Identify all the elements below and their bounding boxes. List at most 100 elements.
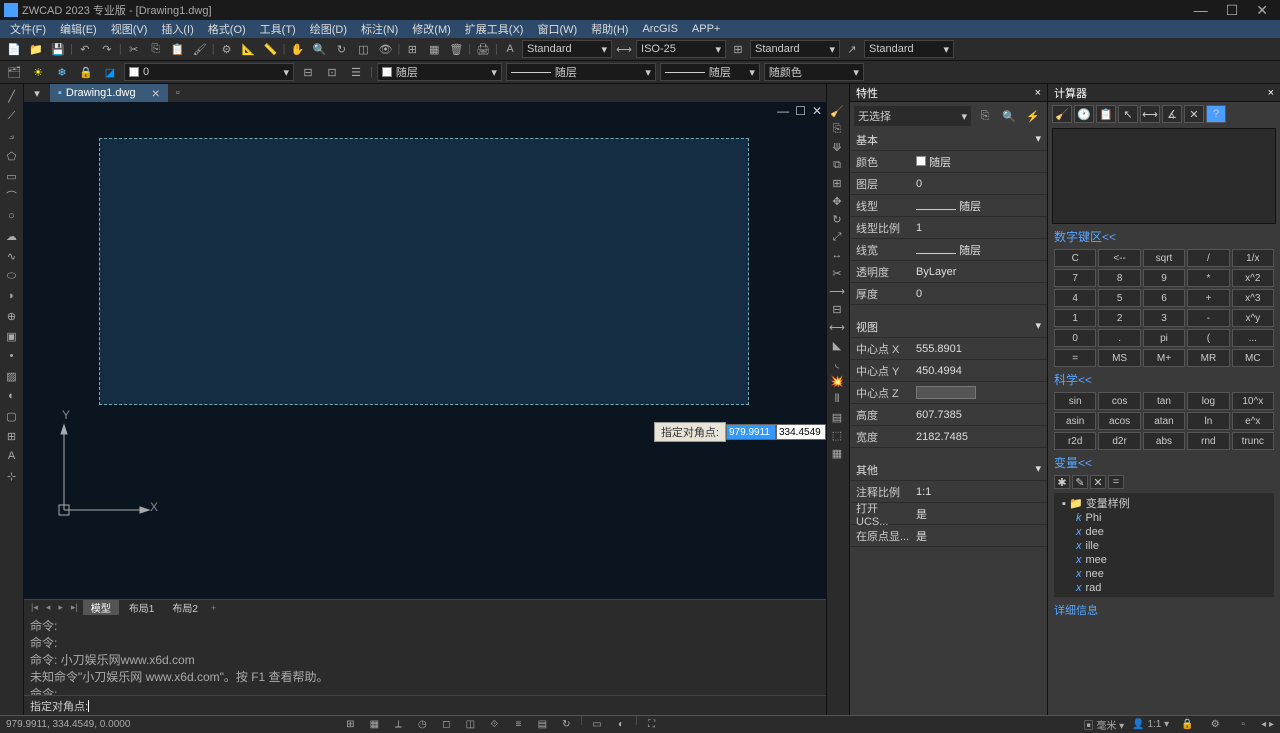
mleader-combo[interactable]: Standard▾	[864, 40, 954, 58]
calc-btn-M+[interactable]: M+	[1143, 349, 1185, 367]
polygon-icon[interactable]: ⬠	[2, 147, 22, 165]
calc-intersect-icon[interactable]: ✕	[1184, 105, 1204, 123]
calc-btn-tan[interactable]: tan	[1143, 392, 1185, 410]
menu-help[interactable]: 帮助(H)	[585, 21, 634, 37]
calc-btn-sqrt[interactable]: sqrt	[1143, 249, 1185, 267]
command-field[interactable]	[93, 698, 820, 713]
tab-prev-icon[interactable]: ◂	[43, 602, 54, 613]
tab-next-icon[interactable]: ▸	[55, 602, 66, 613]
var-Phi[interactable]: kPhi	[1056, 511, 1272, 525]
calc-btn-acos[interactable]: acos	[1098, 412, 1140, 430]
menu-format[interactable]: 格式(O)	[202, 21, 252, 37]
cut-icon[interactable]: ✂	[124, 40, 144, 58]
tab-add-icon[interactable]: +	[208, 603, 219, 613]
offset-icon[interactable]: ⧉	[827, 156, 847, 174]
model-tab[interactable]: 模型	[83, 600, 119, 615]
calc-btn-log[interactable]: log	[1187, 392, 1229, 410]
quicksel-icon[interactable]: ⎘	[975, 107, 995, 125]
dim-style-combo[interactable]: ISO-25▾	[636, 40, 726, 58]
trim-icon[interactable]: ✂	[827, 264, 847, 282]
calc-btn-/[interactable]: /	[1187, 249, 1229, 267]
snap-icon[interactable]: ⊞	[340, 715, 360, 733]
var-edit-icon[interactable]: ✎	[1072, 475, 1088, 489]
clean-icon[interactable]: ▫	[1233, 715, 1253, 733]
match-icon[interactable]: 🖌	[190, 40, 210, 58]
hatch-icon[interactable]: ▨	[2, 367, 22, 385]
mtext-icon[interactable]: A	[2, 447, 22, 465]
rotate-icon[interactable]: ↻	[827, 210, 847, 228]
maximize-button[interactable]: ☐	[1226, 2, 1239, 19]
rectangle-icon[interactable]: ▭	[2, 167, 22, 185]
doc-min-icon[interactable]: —	[777, 104, 789, 118]
calc-btn-10^x[interactable]: 10^x	[1232, 392, 1274, 410]
layout1-tab[interactable]: 布局1	[121, 600, 163, 615]
calc-btn-atan[interactable]: atan	[1143, 412, 1185, 430]
calc-btn-d2r[interactable]: d2r	[1098, 432, 1140, 450]
save-icon[interactable]: 💾	[48, 40, 68, 58]
calc-close-icon[interactable]: ×	[1268, 87, 1274, 99]
calc-btn-asin[interactable]: asin	[1054, 412, 1096, 430]
calc-btn-1/x[interactable]: 1/x	[1232, 249, 1274, 267]
draworder-icon[interactable]: ▤	[827, 408, 847, 426]
var-new-icon[interactable]: ✱	[1054, 475, 1070, 489]
var-mee[interactable]: xmee	[1056, 553, 1272, 567]
dyn-icon[interactable]: ⟐	[484, 715, 504, 733]
calc-btn-9[interactable]: 9	[1143, 269, 1185, 287]
calc-btn-.[interactable]: .	[1098, 329, 1140, 347]
calc-btn--[interactable]: -	[1187, 309, 1229, 327]
calc-hist-icon[interactable]: 🕐	[1074, 105, 1094, 123]
text-style-icon[interactable]: A	[500, 40, 520, 58]
var-dee[interactable]: xdee	[1056, 525, 1272, 539]
calc-btn-7[interactable]: 7	[1054, 269, 1096, 287]
align-icon[interactable]: ⫴	[827, 390, 847, 408]
calc-btn-3[interactable]: 3	[1143, 309, 1185, 327]
pickadd-icon[interactable]: 🔍	[999, 107, 1019, 125]
copy2-icon[interactable]: ⎘	[827, 120, 847, 138]
polar-icon[interactable]: ◷	[412, 715, 432, 733]
join-icon[interactable]: ⟷	[827, 318, 847, 336]
insert-icon[interactable]: ⊕	[2, 307, 22, 325]
extend-icon[interactable]: ⟶	[827, 282, 847, 300]
menu-window[interactable]: 窗口(W)	[531, 21, 583, 37]
pan-icon[interactable]: ✋	[287, 40, 307, 58]
menu-insert[interactable]: 插入(I)	[155, 21, 199, 37]
region-icon[interactable]: ▢	[2, 407, 22, 425]
calc-btn-abs[interactable]: abs	[1143, 432, 1185, 450]
anno-icon[interactable]: ⛶	[642, 715, 662, 733]
vars-header[interactable]: 变量<<	[1048, 452, 1280, 473]
text-style-combo[interactable]: Standard▾	[522, 40, 612, 58]
color-icon[interactable]: ◪	[100, 63, 120, 81]
lweight-combo[interactable]: 随层▾	[660, 63, 760, 81]
calc-btn-<--[interactable]: <--	[1098, 249, 1140, 267]
var-nee[interactable]: xnee	[1056, 567, 1272, 581]
menu-view[interactable]: 视图(V)	[105, 21, 154, 37]
calc-btn-rnd[interactable]: rnd	[1187, 432, 1229, 450]
array-icon[interactable]: ⊞	[827, 174, 847, 192]
mirror-icon[interactable]: ⟱	[827, 138, 847, 156]
menu-file[interactable]: 文件(F)	[4, 21, 52, 37]
calc-detail[interactable]: 详细信息	[1048, 599, 1280, 621]
plotstyle-combo[interactable]: 随颜色▾	[764, 63, 864, 81]
ortho-icon[interactable]: ⟂	[388, 715, 408, 733]
annoscale-icon[interactable]: 🔒	[1177, 715, 1197, 733]
line-icon[interactable]: ╱	[2, 87, 22, 105]
calc-btn-...[interactable]: ...	[1232, 329, 1274, 347]
var-del-icon[interactable]: ✕	[1090, 475, 1106, 489]
menu-modify[interactable]: 修改(M)	[406, 21, 457, 37]
calc-btn-MR[interactable]: MR	[1187, 349, 1229, 367]
scale-icon[interactable]: ⤢	[827, 228, 847, 246]
mleader-icon[interactable]: ↗	[842, 40, 862, 58]
calc-btn-pi[interactable]: pi	[1143, 329, 1185, 347]
tab-chevron-icon[interactable]: ▾	[24, 87, 50, 100]
calc-btn-MC[interactable]: MC	[1232, 349, 1274, 367]
copy-icon[interactable]: ⎘	[146, 40, 166, 58]
ellarc-icon[interactable]: ◗	[2, 287, 22, 305]
otrack-icon[interactable]: ◫	[460, 715, 480, 733]
orbit-icon[interactable]: ↻	[331, 40, 351, 58]
menu-dim[interactable]: 标注(N)	[355, 21, 404, 37]
paste-icon[interactable]: 📋	[168, 40, 188, 58]
open-icon[interactable]: 📁	[26, 40, 46, 58]
gradient-icon[interactable]: ◐	[2, 387, 22, 405]
calc-btn-x^y[interactable]: x^y	[1232, 309, 1274, 327]
calc-btn-6[interactable]: 6	[1143, 289, 1185, 307]
